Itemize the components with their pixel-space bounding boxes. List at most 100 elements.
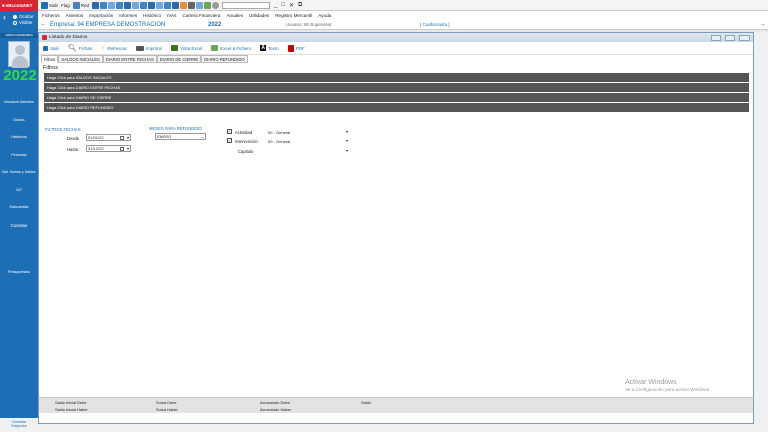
tab-diario-entre-fechas[interactable]: DIARIO ENTRE FECHAS — [102, 55, 157, 63]
diario-cierre-bar[interactable]: Haga Click para DIARIO DE CIERRE — [44, 93, 749, 102]
menu-ivas[interactable]: IVAs — [167, 13, 176, 18]
edit-icon — [180, 1, 188, 9]
menu-utilidades[interactable]: Utilidades — [249, 13, 269, 18]
chevron-down-icon[interactable]: ▾ — [127, 146, 129, 151]
activity-dropdown-icon[interactable]: ▾ — [346, 129, 348, 134]
network-icon — [72, 1, 80, 9]
fiscal-year: 2022 — [3, 67, 37, 84]
month-select[interactable]: ENERO ⌄ — [155, 133, 206, 140]
diario-entre-fechas-bar[interactable]: Haga Click para DIARIO ENTRE FECHAS — [44, 83, 749, 92]
tab-diario-refundido[interactable]: DIARIO REFUNDIDO — [201, 55, 248, 63]
suma-debe: Suma Debe — [156, 400, 177, 405]
window-maximize-button[interactable] — [725, 34, 735, 41]
chevron-down-icon: ⌄ — [200, 134, 204, 139]
arrow-right-icon[interactable]: → — [759, 21, 766, 28]
menu-importacion[interactable]: Importación — [89, 13, 113, 18]
activity-value[interactable]: 00 - General — [268, 130, 290, 135]
printer-icon — [135, 45, 144, 51]
flag-tool[interactable]: Flag — [61, 3, 70, 8]
activity-checkbox[interactable]: ✓ — [227, 129, 232, 134]
menu-anuales[interactable]: Anuales — [226, 13, 243, 18]
sidebar-item-subcuentas[interactable]: Subcuentas — [0, 205, 38, 209]
company-cf: [ Cuaforcanta ] — [420, 22, 450, 27]
from-date-value: 01/01/22 — [88, 135, 104, 140]
lightning-icon: ⚡︎ — [101, 45, 106, 52]
intervention-checkbox[interactable]: ✓ — [227, 138, 232, 143]
current-user: Usuario: 80 Supervisor — [286, 22, 332, 27]
close-button[interactable]: ✕ — [289, 2, 294, 9]
window-minimize-button[interactable] — [711, 34, 721, 41]
sidebar-item-diarios[interactable]: Diarios — [0, 118, 38, 122]
menu-registro[interactable]: Registro Mercantil — [275, 13, 312, 18]
saldos-iniciales-bar[interactable]: Haga Click para SALDOS INICIALES — [44, 73, 749, 82]
sidebar-item-cuentas[interactable]: Cuentas — [0, 223, 38, 228]
maximize-button[interactable]: □ — [281, 2, 285, 9]
table-icon — [132, 1, 140, 9]
calendar-icon[interactable] — [120, 147, 124, 151]
diario-refundido-bar[interactable]: Haga Click para DIARIO REFUNDIDO — [44, 103, 749, 112]
quick-tools[interactable] — [92, 1, 220, 9]
pdf-button[interactable]: PDF — [287, 44, 305, 52]
logo-icon: ■ — [2, 2, 5, 8]
minimize-button[interactable]: _ — [274, 2, 277, 9]
company-bar: ← Empresa: 94 EMPRESA DEMOSTRACION 2022 … — [38, 20, 768, 30]
window-close-button[interactable] — [739, 34, 750, 41]
intervention-value[interactable]: 00 - General — [268, 139, 290, 144]
saldo: Saldo — [361, 400, 371, 405]
salir-button[interactable]: Salir — [43, 45, 60, 51]
tab-filtros[interactable]: Filtros — [41, 55, 59, 63]
right-gutter — [754, 32, 768, 424]
totals-footer: Saldo Inicial Debe Saldo Inicial Haber S… — [39, 397, 753, 413]
hide-option[interactable]: Ocultar — [13, 14, 34, 19]
doc-icon — [156, 1, 164, 9]
imprimir-button[interactable]: Imprimir — [135, 45, 163, 51]
chevron-down-icon[interactable]: ▾ — [127, 135, 129, 140]
texto-button[interactable]: A Texto — [260, 45, 279, 51]
vista-excel-label: Vista Excel — [180, 45, 203, 51]
arrow-left-icon[interactable]: ← — [40, 21, 47, 28]
calendar-icon — [188, 1, 196, 9]
sidebar-item-asientos[interactable]: Introducir Asientos — [0, 100, 38, 104]
imprimir-label: Imprimir — [145, 45, 163, 51]
calendar-icon[interactable] — [120, 136, 124, 140]
menu-ayuda[interactable]: Ayuda — [318, 13, 331, 18]
tab-diario-cierre[interactable]: DIARIO DE CIERRE — [156, 55, 202, 63]
to-date-input[interactable]: 31/12/22 ▾ — [86, 145, 131, 152]
intervention-dropdown-icon[interactable]: ▾ — [346, 138, 348, 143]
tab-saldos-iniciales[interactable]: SALDOS INICIALES — [58, 55, 103, 63]
visible-option[interactable]: Visible — [13, 20, 32, 25]
user-code: AB0017G0000180M — [0, 33, 38, 38]
saldo-inicial-debe: Saldo Inicial Debe — [55, 400, 87, 405]
change-company-button[interactable]: Cambiar Empresa — [0, 418, 38, 432]
red-tool[interactable]: Red — [72, 1, 89, 9]
tab-bar: Filtros SALDOS INICIALES DIARIO ENTRE FE… — [41, 55, 248, 63]
exit-tool[interactable]: Salir — [41, 1, 58, 9]
menu-informes[interactable]: Informes — [119, 13, 137, 18]
sidebar-item-347[interactable]: 347 — [0, 188, 38, 192]
vista-excel-button[interactable]: Vista Excel — [171, 45, 202, 51]
texto-label: Texto — [267, 45, 279, 51]
menu-ficheros[interactable]: Ficheros — [42, 13, 60, 18]
restore-button[interactable]: ⧉ — [298, 2, 302, 9]
company-label: Empresa: 94 EMPRESA DEMOSTRACION — [50, 21, 166, 28]
acumulado-debe: Acumulado Debe — [260, 400, 290, 405]
sidebar-item-personas[interactable]: Personas — [0, 153, 38, 157]
refrescar-button[interactable]: ⚡︎ Refrescar — [101, 45, 127, 52]
sidebar-item-historicos[interactable]: Históricos — [0, 135, 38, 139]
search-input[interactable] — [222, 1, 271, 9]
salir-label: Salir — [50, 45, 60, 51]
sidebar-item-presupuestos[interactable]: Presupuestos — [0, 270, 38, 274]
from-date-input[interactable]: 01/01/22 ▾ — [86, 134, 131, 141]
sidebar-item-balance[interactable]: Bal. Sumas y Saldos — [0, 170, 38, 174]
menu-asientos[interactable]: Asientos — [66, 13, 84, 18]
window-toolbar: Salir 🔍︎ Fichas ⚡︎ Refrescar Imprimir Vist… — [39, 42, 753, 55]
grid-icon — [92, 1, 100, 9]
excel-fichero-button[interactable]: Excel a Fichero — [211, 45, 251, 51]
menu-historico[interactable]: Histórico — [143, 13, 161, 18]
chevron-left-icon[interactable]: ‹ — [3, 12, 6, 22]
chapter-dropdown-icon[interactable]: ▾ — [346, 148, 348, 153]
window-title-bar: Listado de Diarios — [39, 33, 753, 42]
fichas-button[interactable]: 🔍︎ Fichas — [68, 44, 92, 52]
menu-cartera[interactable]: Cartera Financiera — [182, 13, 220, 18]
listado-diarios-window: Listado de Diarios Salir 🔍︎ Fichas ⚡︎ Refr… — [38, 32, 754, 424]
